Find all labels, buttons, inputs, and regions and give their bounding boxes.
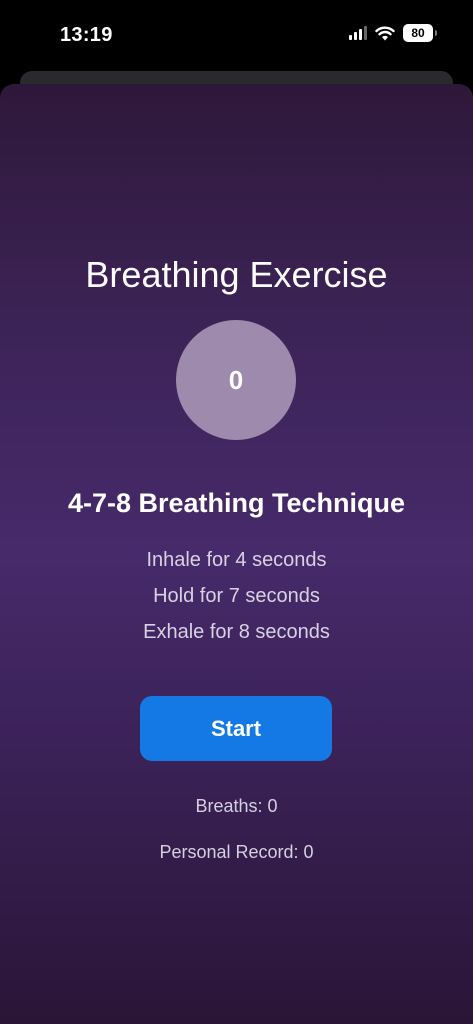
breaths-count: Breaths: 0 <box>195 796 278 816</box>
status-time: 13:19 <box>60 24 113 46</box>
technique-title: 4-7-8 Breathing Technique <box>67 488 406 518</box>
cellular-signal-icon <box>349 26 367 40</box>
step-exhale: Exhale for 8 seconds <box>143 621 330 643</box>
personal-record: Personal Record: 0 <box>159 842 314 862</box>
page-title: Breathing Exercise <box>85 254 388 295</box>
battery-icon: 80 <box>403 24 437 42</box>
counter-value: 0 <box>228 364 244 395</box>
step-hold: Hold for 7 seconds <box>153 585 320 607</box>
status-bar: 13:19 80 <box>0 0 473 70</box>
start-button[interactable]: Start <box>140 696 332 761</box>
status-icons: 80 <box>349 24 437 42</box>
breath-counter-circle: 0 <box>176 320 296 440</box>
battery-level: 80 <box>411 26 425 40</box>
breathing-screen: Breathing Exercise 0 4-7-8 Breathing Tec… <box>0 84 473 1024</box>
wifi-icon <box>375 26 395 40</box>
step-inhale: Inhale for 4 seconds <box>146 549 327 571</box>
technique-steps: Inhale for 4 seconds Hold for 7 seconds … <box>0 542 473 650</box>
